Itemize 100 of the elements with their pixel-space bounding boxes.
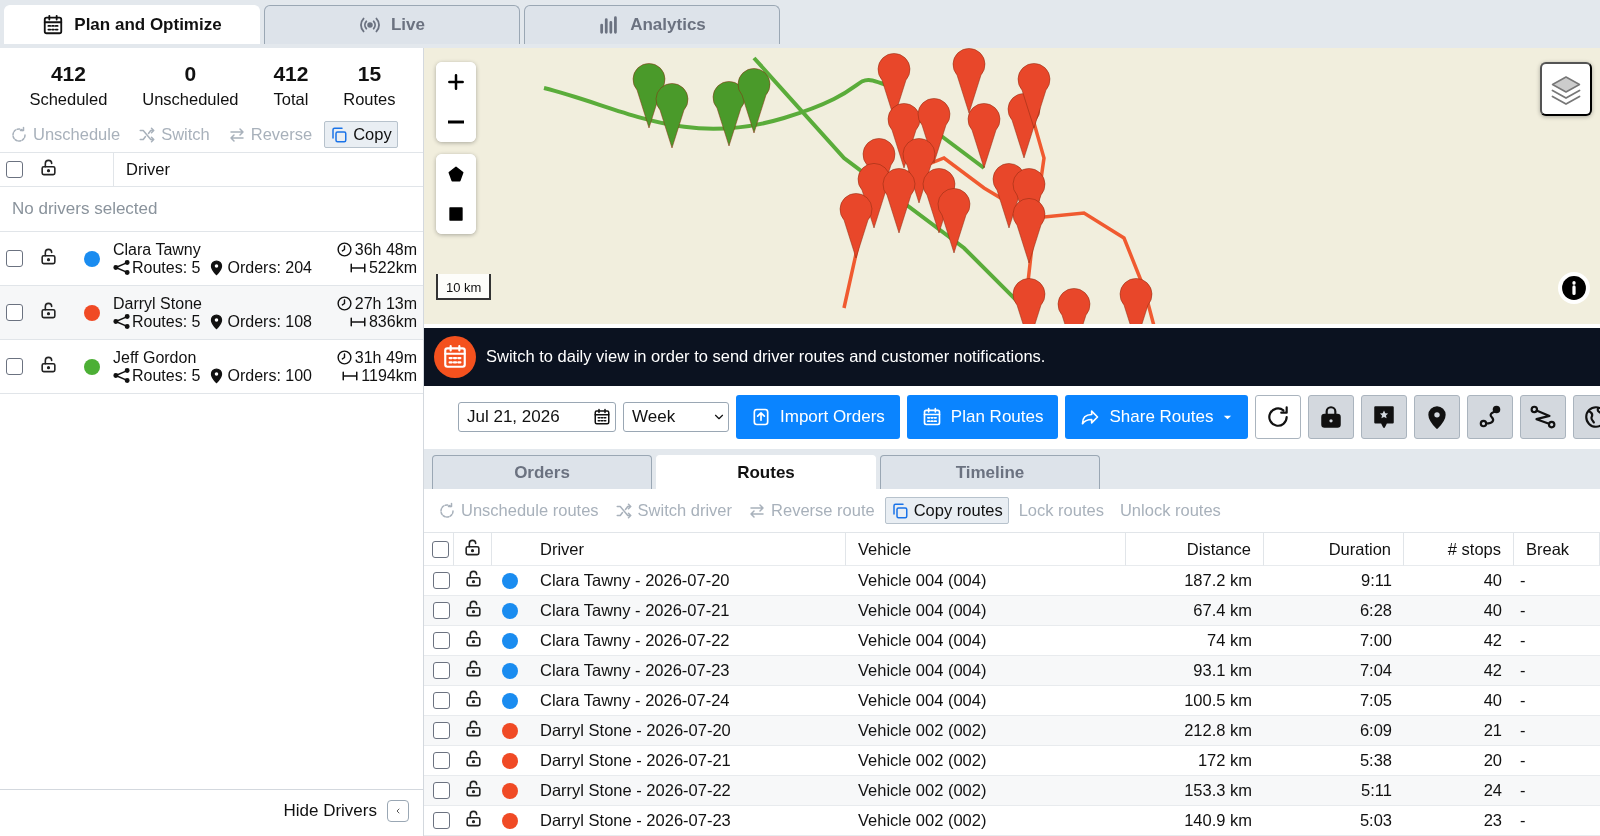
draw-polygon-button[interactable] bbox=[436, 154, 476, 194]
map-marker[interactable] bbox=[952, 48, 986, 114]
map-marker[interactable] bbox=[882, 168, 916, 234]
map-marker[interactable] bbox=[1012, 278, 1046, 324]
tool-button[interactable] bbox=[1467, 395, 1514, 440]
toolbar-button[interactable]: Import Orders bbox=[736, 395, 900, 440]
route-branch-icon bbox=[113, 313, 130, 330]
checkbox[interactable] bbox=[432, 812, 450, 829]
calendar-icon bbox=[42, 14, 65, 36]
checkbox[interactable] bbox=[6, 304, 23, 321]
map-marker[interactable] bbox=[937, 188, 971, 254]
unlocked-padlock-icon bbox=[38, 247, 58, 266]
unlocked-padlock-icon bbox=[463, 569, 483, 588]
nav-tab[interactable]: Analytics bbox=[524, 5, 780, 44]
map-marker[interactable] bbox=[712, 81, 746, 147]
layers-button[interactable] bbox=[1540, 62, 1592, 116]
driver-name: Clara Tawny bbox=[113, 240, 202, 259]
info-icon bbox=[1561, 275, 1587, 301]
calendar-icon bbox=[921, 407, 942, 428]
tool-button[interactable] bbox=[1414, 395, 1461, 440]
stat-label: Total bbox=[273, 90, 309, 109]
action-button[interactable]: Copy routes bbox=[884, 497, 1009, 524]
tool-button[interactable] bbox=[1520, 395, 1567, 440]
checkbox[interactable] bbox=[432, 540, 449, 558]
swap-icon bbox=[227, 125, 246, 144]
stat-label: Scheduled bbox=[29, 90, 108, 109]
unlocked-padlock-icon bbox=[463, 809, 483, 828]
view-tab[interactable]: Orders bbox=[432, 455, 652, 489]
toolbar-button[interactable]: Share Routes bbox=[1065, 395, 1249, 440]
checkbox[interactable] bbox=[432, 662, 450, 679]
map-marker[interactable] bbox=[839, 193, 873, 259]
toolbar-button[interactable]: Plan Routes bbox=[906, 395, 1059, 440]
view-tab[interactable]: Routes bbox=[656, 455, 876, 489]
checkbox[interactable] bbox=[432, 572, 450, 589]
map-marker[interactable] bbox=[887, 103, 921, 169]
map-marker[interactable] bbox=[1119, 278, 1153, 324]
nav-tab[interactable]: Live bbox=[264, 5, 520, 44]
table-cell: Vehicle 002 (002) bbox=[846, 776, 1126, 806]
table-cell: 5:03 bbox=[1264, 806, 1404, 836]
table-cell: Vehicle 002 (002) bbox=[846, 716, 1126, 746]
checkbox[interactable] bbox=[432, 602, 450, 619]
table-cell: - bbox=[1514, 656, 1600, 686]
checkbox[interactable] bbox=[6, 250, 23, 267]
table-cell: 42 bbox=[1404, 656, 1514, 686]
table-cell: 6:28 bbox=[1264, 596, 1404, 626]
unlocked-padlock-icon bbox=[463, 779, 483, 798]
table-cell: 7:04 bbox=[1264, 656, 1404, 686]
shuffle-icon bbox=[614, 501, 633, 520]
map-marker[interactable] bbox=[967, 103, 1001, 169]
map-marker[interactable] bbox=[1017, 63, 1051, 129]
unlocked-padlock-icon bbox=[38, 301, 58, 320]
column-header: Driver bbox=[528, 533, 846, 566]
table-cell: 21 bbox=[1404, 716, 1514, 746]
square-icon bbox=[448, 206, 464, 222]
map-marker[interactable] bbox=[902, 138, 936, 204]
zoom-in-button[interactable] bbox=[436, 62, 476, 102]
info-button[interactable] bbox=[1558, 272, 1590, 304]
checkbox[interactable] bbox=[6, 161, 23, 178]
map-marker[interactable] bbox=[737, 68, 771, 134]
route-count: Routes: 5 bbox=[113, 312, 201, 331]
map-marker[interactable] bbox=[1057, 288, 1091, 324]
polygon-icon bbox=[447, 165, 465, 183]
map-marker[interactable] bbox=[632, 63, 666, 129]
plus-icon bbox=[446, 72, 466, 92]
shuffle-icon bbox=[138, 125, 157, 144]
stat-value: 412 bbox=[273, 62, 309, 86]
distance: 522km bbox=[348, 258, 417, 277]
view-tab[interactable]: Timeline bbox=[880, 455, 1100, 489]
date-field[interactable]: Jul 21, 2026 bbox=[458, 402, 616, 433]
map-marker[interactable] bbox=[655, 83, 689, 149]
checkbox[interactable] bbox=[432, 722, 450, 739]
checkbox[interactable] bbox=[432, 632, 450, 649]
map-marker[interactable] bbox=[1012, 198, 1046, 264]
unlocked-padlock-icon bbox=[463, 537, 482, 557]
empty-message: No drivers selected bbox=[0, 187, 423, 232]
zoom-out-button[interactable] bbox=[436, 102, 476, 142]
unlocked-padlock-icon bbox=[38, 355, 58, 374]
action-button[interactable]: Copy bbox=[324, 121, 398, 148]
checkbox[interactable] bbox=[6, 358, 23, 375]
table-cell: 153.3 km bbox=[1126, 776, 1264, 806]
upload-icon bbox=[751, 407, 771, 428]
checkbox[interactable] bbox=[432, 692, 450, 709]
map-marker[interactable] bbox=[917, 98, 951, 164]
tool-button[interactable] bbox=[1361, 395, 1408, 440]
clock-icon bbox=[335, 295, 353, 312]
table-cell: Darryl Stone - 2026-07-20 bbox=[528, 716, 846, 746]
checkbox[interactable] bbox=[432, 782, 450, 799]
clock-icon bbox=[335, 241, 353, 258]
period-select[interactable]: Week bbox=[623, 402, 729, 433]
collapse-button[interactable] bbox=[387, 800, 409, 822]
calendar-icon bbox=[593, 408, 611, 427]
hide-drivers-label: Hide Drivers bbox=[283, 801, 377, 821]
tool-button[interactable] bbox=[1255, 395, 1302, 440]
table-cell: 6:09 bbox=[1264, 716, 1404, 746]
table-cell: 140.9 km bbox=[1126, 806, 1264, 836]
tool-button[interactable] bbox=[1308, 395, 1355, 440]
nav-tab[interactable]: Plan and Optimize bbox=[4, 5, 260, 44]
checkbox[interactable] bbox=[432, 752, 450, 769]
map-scale: 10 km bbox=[436, 274, 492, 300]
draw-rectangle-button[interactable] bbox=[436, 194, 476, 234]
